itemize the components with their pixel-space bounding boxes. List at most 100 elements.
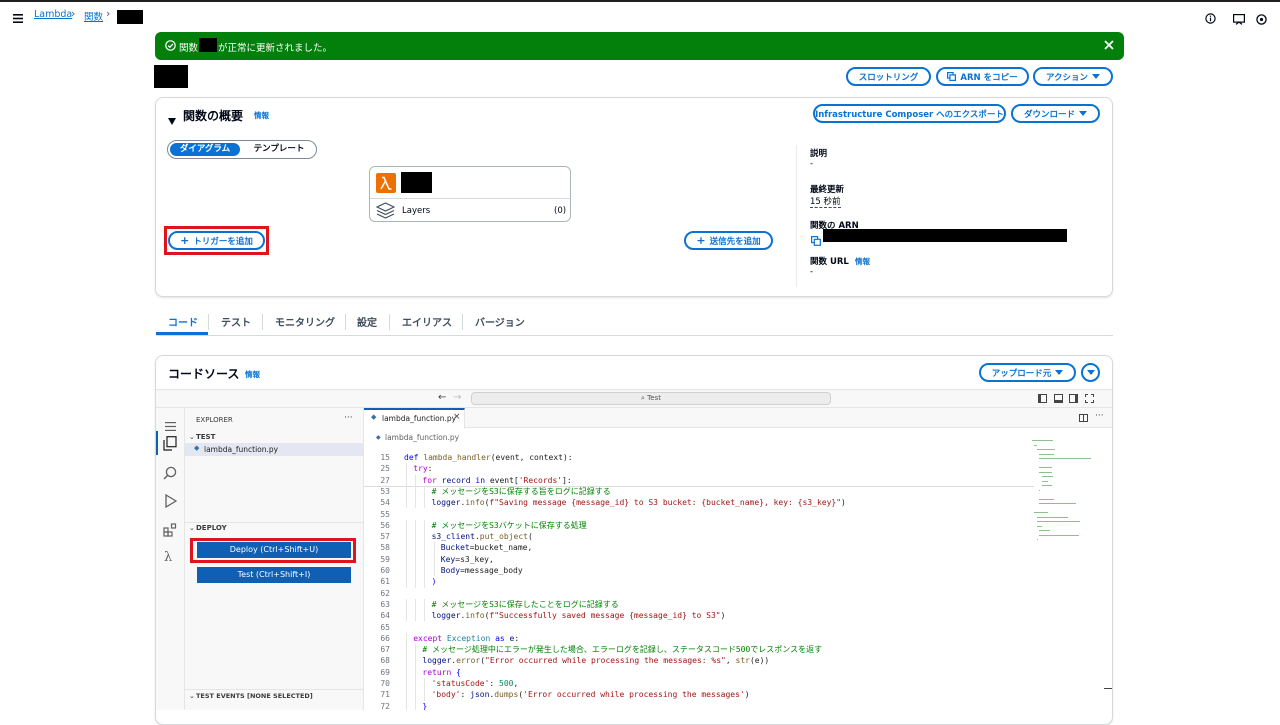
test-button[interactable]: Test (Ctrl+Shift+I) [197, 567, 351, 583]
minimap[interactable] [1032, 440, 1106, 550]
copy-arn-button[interactable]: ARN をコピー [936, 67, 1029, 86]
add-trigger-button[interactable]: + トリガーを追加 [168, 231, 265, 250]
function-url-value: - [810, 267, 814, 277]
arrow-right-icon[interactable]: → [453, 392, 461, 403]
code-line[interactable]: 63 # メッセージをS3に保存したことをログに記録する [364, 598, 1044, 611]
indent-guide [433, 553, 435, 565]
code-source-info-link[interactable]: 情報 [245, 369, 260, 380]
code-line[interactable]: 57 s3_client.put_object( [364, 531, 1044, 543]
search-icon[interactable] [163, 465, 177, 484]
code-line[interactable]: 71 'body': json.dumps('Error occurred whi… [364, 689, 1044, 701]
chevron-down-icon[interactable]: ⌄ [189, 433, 195, 441]
explorer-files-icon[interactable] [163, 436, 177, 455]
tab-template[interactable]: テンプレート [244, 143, 314, 156]
editor-more-icon[interactable]: ··· [1095, 411, 1104, 421]
command-search-input[interactable]: ⌕ Test [471, 392, 831, 405]
code-line[interactable]: 53 # メッセージをS3に保存する旨をログに記録する [364, 485, 1044, 498]
code-line[interactable]: 15 def lambda_handler(event, context): [364, 452, 1044, 463]
file-row-selected[interactable]: ◆ lambda_function.py [185, 443, 363, 456]
line-number: 66 [380, 633, 390, 643]
menu-icon[interactable] [165, 416, 176, 435]
code-line[interactable]: 64 logger.info(f"Successfully saved messa… [364, 610, 1044, 622]
more-actions-dropdown[interactable] [1081, 363, 1100, 382]
close-icon[interactable]: × [453, 412, 461, 422]
minimap-line [1039, 458, 1091, 459]
code-line[interactable]: 67 # メッセージ処理中にエラーが発生した場合、エラーログを記録し、ステータスコ… [364, 644, 1044, 656]
export-composer-button[interactable]: Infrastructure Composer へのエクスポート [813, 104, 1006, 123]
deploy-section-header[interactable]: DEPLOY [196, 524, 227, 532]
feedback-icon[interactable] [1233, 10, 1246, 29]
code-line[interactable]: 61) [364, 576, 1044, 588]
code-line[interactable]: 27 for record in event['Records']: [364, 474, 1044, 486]
code-line[interactable]: 69 return { [364, 666, 1044, 678]
code-line[interactable]: 56 # メッセージをS3バケットに保存する処理 [364, 519, 1044, 532]
minimap-line [1041, 476, 1053, 477]
tab-test[interactable]: テスト [221, 314, 251, 329]
code-line[interactable]: 25 try: [364, 463, 1044, 475]
copy-icon[interactable] [811, 231, 821, 250]
code-line[interactable]: 60 Body=message_body [364, 565, 1044, 577]
download-dropdown[interactable]: ダウンロード [1011, 104, 1100, 123]
test-events-header[interactable]: TEST EVENTS [NONE SELECTED] [196, 692, 313, 700]
code-line[interactable]: 59 Key=s3_key, [364, 553, 1044, 565]
close-icon[interactable] [1104, 40, 1114, 53]
toggle-primary-sidebar-icon[interactable] [1038, 394, 1047, 403]
toggle-secondary-sidebar-icon[interactable] [1069, 394, 1078, 403]
extensions-icon[interactable] [163, 522, 177, 541]
throttle-button[interactable]: スロットリング [846, 67, 931, 86]
chevron-down-icon[interactable]: ⌄ [189, 524, 195, 532]
toggle-panel-icon[interactable] [1054, 394, 1063, 403]
folder-test[interactable]: TEST [196, 433, 215, 441]
code-line[interactable]: 68 logger.error("Error occurred while pro… [364, 655, 1044, 667]
line-number: 15 [380, 453, 390, 462]
tab-monitoring[interactable]: モニタリング [275, 314, 335, 329]
code-line[interactable]: 54 logger.info(f"Saving message {message_… [364, 497, 1044, 509]
tab-configuration[interactable]: 設定 [357, 314, 377, 329]
code-line[interactable]: 58 Bucket=bucket_name, [364, 542, 1044, 554]
search-icon: ⌕ [641, 394, 645, 402]
customize-layout-icon[interactable] [1085, 394, 1094, 403]
split-editor-icon[interactable] [1079, 414, 1088, 422]
function-url-info-link[interactable]: 情報 [855, 256, 870, 267]
tab-diagram[interactable]: ダイアグラム [170, 143, 240, 156]
code-text: # メッセージをS3バケットに保存する処理 [431, 520, 587, 530]
breadcrumb-lambda[interactable]: Lambda [34, 9, 72, 20]
run-debug-icon[interactable] [163, 493, 178, 512]
editor-scrollbar[interactable] [1104, 688, 1112, 689]
chevron-down-icon[interactable]: ⌄ [189, 692, 195, 700]
overview-info-link[interactable]: 情報 [254, 110, 269, 121]
caret-down-icon[interactable] [168, 110, 176, 129]
code-line[interactable]: 62 [364, 588, 1044, 599]
add-destination-button[interactable]: + 送信先を追加 [684, 231, 773, 250]
deploy-button[interactable]: Deploy (Ctrl+Shift+U) [197, 542, 351, 558]
code-line[interactable]: 66 except Exception as e: [364, 632, 1044, 645]
tab-versions[interactable]: バージョン [475, 314, 525, 329]
menu-icon[interactable] [13, 8, 23, 23]
line-number: 60 [380, 566, 390, 575]
tab-aliases[interactable]: エイリアス [402, 314, 452, 329]
lambda-icon[interactable]: λ [164, 550, 172, 565]
indent-guide [406, 474, 407, 486]
line-number: 69 [380, 667, 390, 677]
editor-tab[interactable]: ◆ lambda_function.py × [364, 408, 465, 429]
indent-guide [433, 565, 435, 577]
indent-guide [424, 531, 426, 543]
breadcrumb-functions[interactable]: 関数 [84, 9, 103, 23]
code-line[interactable]: 70 'statusCode': 500, [364, 678, 1044, 690]
code-line[interactable]: 72} [364, 700, 1044, 710]
code-text: 'statusCode': 500, [431, 679, 519, 688]
code-line[interactable]: 65 [364, 622, 1044, 633]
tab-code[interactable]: コード [168, 314, 198, 329]
info-circle-icon[interactable] [1205, 9, 1216, 28]
explorer-more-icon[interactable]: ··· [344, 413, 353, 423]
settings-icon[interactable] [1256, 10, 1267, 29]
actions-dropdown[interactable]: アクション [1033, 67, 1113, 86]
arrow-left-icon[interactable]: ← [438, 392, 446, 403]
line-number: 57 [380, 532, 390, 542]
function-diagram-node[interactable]: Layers (0) [369, 166, 571, 222]
indent-guide [415, 666, 417, 678]
tab-separator [462, 314, 463, 330]
upload-from-dropdown[interactable]: アップロード元 [979, 363, 1076, 382]
indent-guide [424, 553, 426, 565]
code-line[interactable]: 55 [364, 509, 1044, 520]
